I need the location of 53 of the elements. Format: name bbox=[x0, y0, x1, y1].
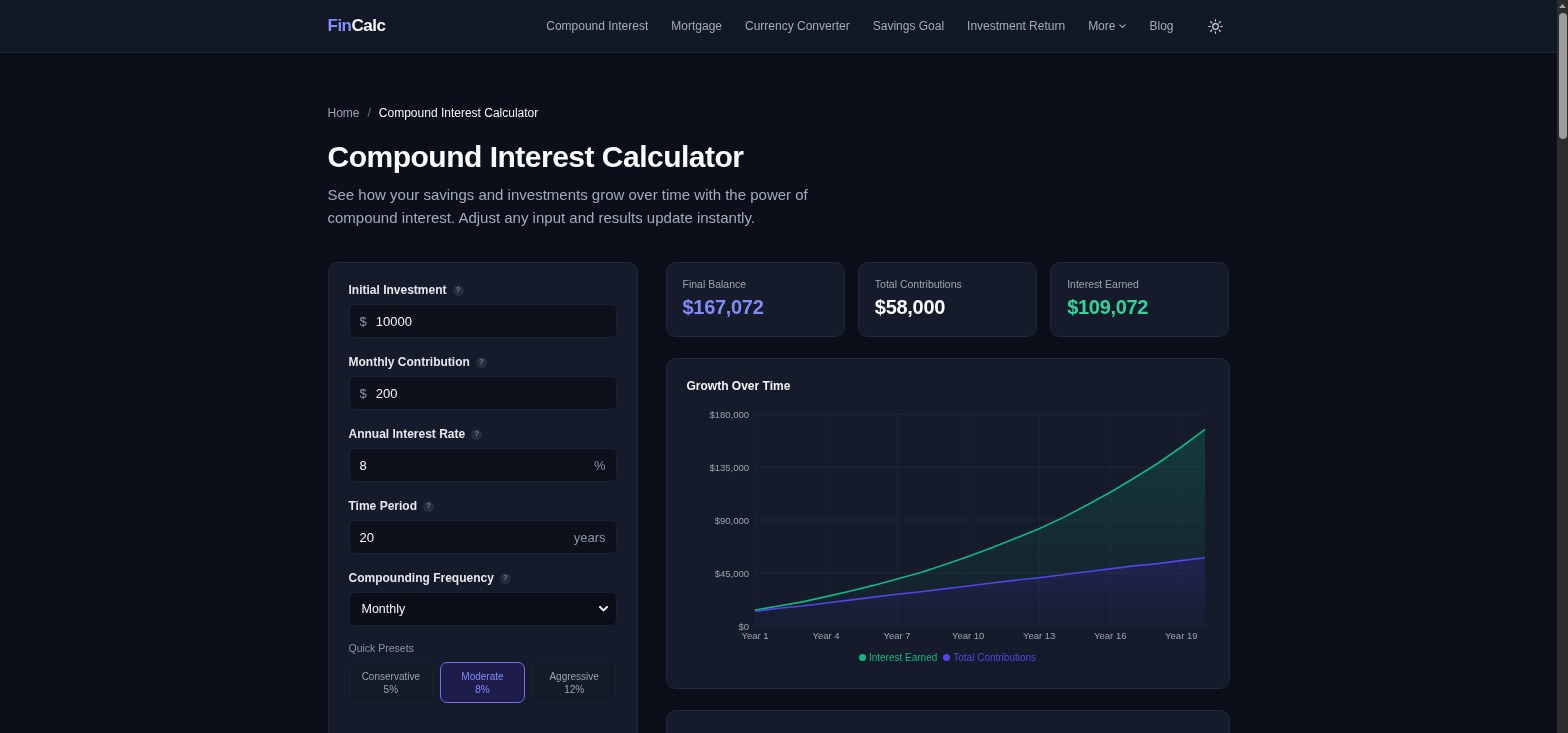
input-field[interactable]: $ 200 bbox=[348, 376, 617, 410]
field-label: Compounding Frequency bbox=[348, 571, 494, 585]
current-page-label: Compound Interest Calculator bbox=[378, 105, 539, 121]
stat-label: Total Contributions bbox=[874, 278, 963, 291]
theme-toggle-button[interactable] bbox=[1207, 18, 1223, 34]
x-axis-label: Year 4 bbox=[812, 630, 840, 641]
x-axis-label: Year 7 bbox=[883, 630, 911, 641]
x-axis-label: Year 16 bbox=[1093, 630, 1126, 641]
chevron-down-icon bbox=[598, 606, 608, 612]
more-menu-button[interactable]: More bbox=[1088, 19, 1127, 33]
nav-link[interactable]: Savings Goal bbox=[872, 19, 945, 33]
field-label: Annual Interest Rate bbox=[348, 427, 466, 441]
preset-button[interactable]: Moderate 8% bbox=[440, 662, 525, 703]
preset-button[interactable]: Aggressive 12% bbox=[531, 662, 617, 703]
y-axis-label: $45,000 bbox=[714, 567, 749, 579]
select-field[interactable]: Monthly bbox=[348, 592, 617, 626]
field-label: Time Period bbox=[348, 499, 417, 513]
chart-title: Growth Over Time bbox=[686, 378, 792, 394]
nav-link[interactable]: Blog bbox=[1149, 19, 1174, 33]
page-description: See how your savings and investments grow over time with the power of compound interest. Adjust any input and results update instantly. bbox=[327, 185, 809, 228]
input-field[interactable]: 20 years bbox=[348, 520, 617, 554]
page-title: Compound Interest Calculator bbox=[327, 139, 745, 175]
stat-value: $58,000 bbox=[874, 295, 947, 319]
y-axis-label: $90,000 bbox=[714, 514, 749, 526]
input-field[interactable]: $ 10000 bbox=[348, 304, 617, 338]
presets-label: Quick Presets bbox=[348, 642, 415, 655]
stat-label: Final Balance bbox=[682, 278, 748, 291]
x-axis-label: Year 13 bbox=[1022, 630, 1055, 641]
stat-value: $109,072 bbox=[1067, 295, 1150, 319]
chevron-down-icon bbox=[1119, 23, 1127, 29]
y-axis-label: $180,000 bbox=[708, 408, 749, 420]
scrollbar-thumb[interactable] bbox=[1558, 13, 1567, 139]
nav-link[interactable]: Compound Interest bbox=[546, 19, 649, 33]
stat-value: $167,072 bbox=[682, 295, 765, 319]
x-axis-label: Year 1 bbox=[740, 630, 769, 641]
legend-label[interactable]: Interest Earned bbox=[868, 651, 938, 664]
breadcrumb-link[interactable]: Home bbox=[327, 105, 360, 121]
input-field[interactable]: 8 % bbox=[348, 448, 617, 482]
preset-button[interactable]: Conservative 5% bbox=[348, 662, 434, 703]
nav-link[interactable]: Mortgage bbox=[671, 19, 722, 33]
field-label: Monthly Contribution bbox=[348, 355, 470, 369]
nav-link[interactable]: Currency Converter bbox=[745, 19, 850, 33]
x-axis-label: Year 19 bbox=[1164, 630, 1197, 641]
y-axis-label: $135,000 bbox=[708, 461, 749, 473]
sun-icon bbox=[1207, 18, 1223, 34]
x-axis-label: Year 10 bbox=[951, 630, 984, 641]
scroll-up-arrow-icon[interactable] bbox=[1559, 4, 1566, 8]
nav-link[interactable]: Investment Return bbox=[967, 19, 1066, 33]
logo[interactable]: FinCalc bbox=[327, 16, 386, 36]
y-axis-label: $0 bbox=[737, 620, 749, 632]
breadcrumb-separator: / bbox=[367, 105, 371, 121]
field-label: Initial Investment bbox=[348, 283, 447, 297]
stat-label: Interest Earned bbox=[1067, 278, 1140, 291]
